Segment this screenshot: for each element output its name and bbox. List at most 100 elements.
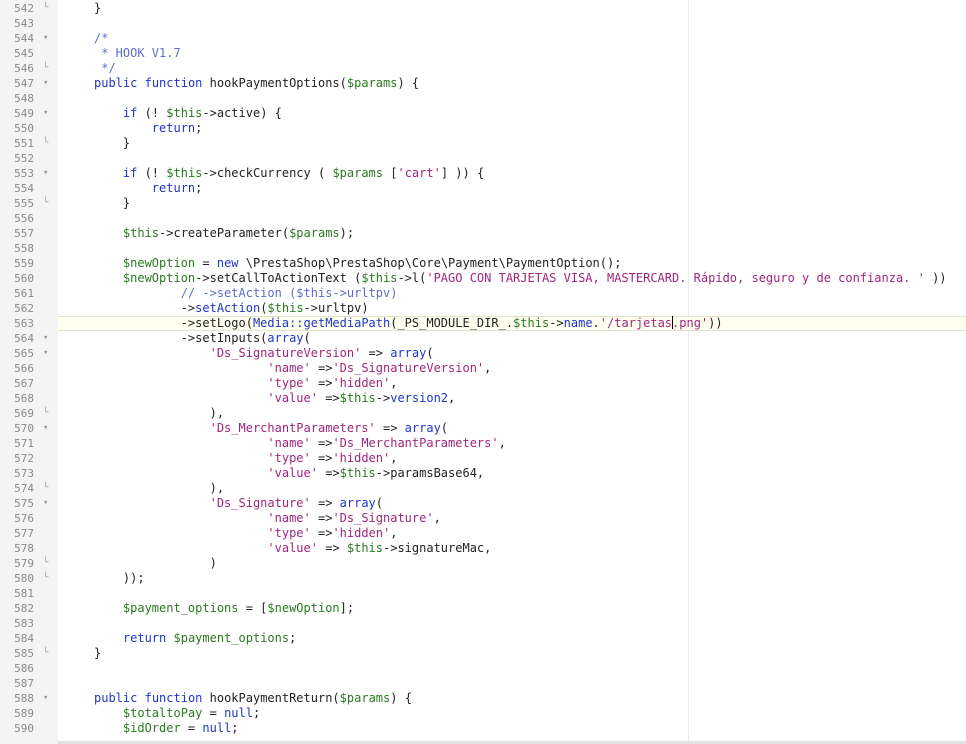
code-line[interactable]: $newOption = new \PrestaShop\PrestaShop\… [94, 256, 622, 271]
code-token: => [310, 526, 333, 540]
code-line[interactable]: 'name' =>'Ds_SignatureVersion', [94, 361, 491, 376]
code-line[interactable]: $newOption->setCallToActionText ($this->… [94, 271, 947, 286]
fold-toggle-icon[interactable]: ▾ [43, 691, 48, 706]
code-token: } [94, 646, 102, 660]
code-line[interactable]: 'name' =>'Ds_Signature', [94, 511, 440, 526]
code-line[interactable]: 'type' =>'hidden', [94, 526, 397, 541]
code-token: ->setLogo( [94, 316, 253, 330]
code-token: ), [94, 481, 225, 495]
code-line[interactable]: if (! $this->active) { [94, 106, 282, 121]
code-token: => [310, 436, 333, 450]
code-token: .png' [672, 316, 709, 330]
line-number: 550 [14, 122, 34, 135]
code-token: , [390, 376, 398, 390]
code-token: array [404, 421, 441, 435]
line-number: 547 [14, 77, 34, 90]
code-token: 'name' [267, 361, 311, 375]
code-token: 'Ds_Signature' [209, 496, 311, 510]
fold-toggle-icon[interactable]: ▾ [43, 421, 48, 436]
fold-end-icon: └ [43, 3, 49, 13]
fold-toggle-icon[interactable]: ▾ [43, 331, 48, 346]
code-line[interactable]: 'value' =>$this->paramsBase64, [94, 466, 484, 481]
fold-toggle-icon[interactable]: ▾ [43, 31, 48, 46]
code-line[interactable]: $idOrder = null; [94, 721, 239, 736]
code-token: 'hidden' [332, 376, 391, 390]
code-line[interactable]: 'type' =>'hidden', [94, 376, 397, 391]
code-token: return [122, 631, 167, 645]
code-token: ; [231, 721, 239, 735]
code-line[interactable]: return; [94, 121, 203, 136]
line-number: 546 [14, 62, 34, 75]
code-line[interactable]: ), [94, 406, 224, 421]
code-token: /* [94, 31, 109, 45]
code-line[interactable]: */ [94, 61, 115, 76]
code-line[interactable]: ->setAction($this->urltpv) [94, 301, 369, 316]
code-line[interactable]: )); [94, 571, 145, 586]
code-line[interactable]: ->setInputs(array( [94, 331, 311, 346]
code-line[interactable]: 'value' =>$this->version2, [94, 391, 455, 406]
fold-toggle-icon[interactable]: ▾ [43, 496, 48, 511]
code-token: } [94, 136, 131, 150]
code-line[interactable]: $totaltoPay = null; [94, 706, 260, 721]
code-line[interactable]: public function hookPaymentReturn($param… [94, 691, 412, 706]
code-line[interactable]: ), [94, 481, 224, 496]
code-token: } [94, 196, 131, 210]
code-line[interactable]: 'Ds_MerchantParameters' => array( [94, 421, 448, 436]
line-number: 589 [14, 707, 34, 720]
code-line[interactable]: // ->setAction ($this->urltpv) [94, 286, 398, 301]
code-line[interactable]: $payment_options = [$newOption]; [94, 601, 354, 616]
fold-toggle-icon[interactable]: ▾ [43, 106, 48, 121]
code-token: $totaltoPay [122, 706, 203, 720]
code-line[interactable]: /* [94, 31, 108, 46]
code-token: hookPaymentReturn( [202, 691, 340, 705]
code-token: 'cart' [397, 166, 441, 180]
code-line[interactable]: return; [94, 181, 203, 196]
code-line[interactable]: ) [94, 556, 217, 571]
code-token: 'value' [267, 391, 318, 405]
code-line[interactable]: ->setLogo(Media::getMediaPath(_PS_MODULE… [94, 316, 723, 331]
code-token: * HOOK V1.7 [94, 46, 181, 60]
code-line[interactable]: return $payment_options; [94, 631, 296, 646]
line-number: 590 [14, 722, 34, 735]
code-line[interactable]: $this->createParameter($params); [94, 226, 354, 241]
code-line[interactable]: } [94, 646, 101, 661]
line-number: 554 [14, 182, 34, 195]
page-guide-line [688, 0, 689, 744]
fold-toggle-icon[interactable]: ▾ [43, 166, 48, 181]
code-line[interactable]: public function hookPaymentOptions($para… [94, 76, 419, 91]
code-line[interactable]: 'Ds_SignatureVersion' => array( [94, 346, 434, 361]
code-token: $this [267, 301, 304, 315]
code-token: => [317, 391, 340, 405]
code-line[interactable]: * HOOK V1.7 [94, 46, 181, 61]
code-token: $this [122, 226, 160, 240]
fold-toggle-icon[interactable]: ▾ [43, 346, 48, 361]
code-line[interactable]: } [94, 1, 101, 16]
line-number: 551 [14, 137, 34, 150]
line-number: 575 [14, 497, 34, 510]
line-number: 572 [14, 452, 34, 465]
code-line[interactable]: if (! $this->checkCurrency ( $params ['c… [94, 166, 484, 181]
line-number: 544 [14, 32, 34, 45]
code-line[interactable]: } [94, 196, 130, 211]
code-line[interactable]: } [94, 136, 130, 151]
code-token: $params [289, 226, 340, 240]
code-line[interactable]: 'type' =>'hidden', [94, 451, 397, 466]
code-token: ( [375, 496, 384, 510]
fold-toggle-icon[interactable]: ▾ [43, 76, 48, 91]
code-line[interactable]: 'name' =>'Ds_MerchantParameters', [94, 436, 505, 451]
fold-end-icon: └ [43, 63, 49, 73]
line-number: 559 [14, 257, 34, 270]
code-line[interactable]: 'value' => $this->signatureMac, [94, 541, 491, 556]
line-number: 564 [14, 332, 34, 345]
code-line[interactable]: 'Ds_Signature' => array( [94, 496, 383, 511]
fold-end-icon: └ [43, 198, 49, 208]
